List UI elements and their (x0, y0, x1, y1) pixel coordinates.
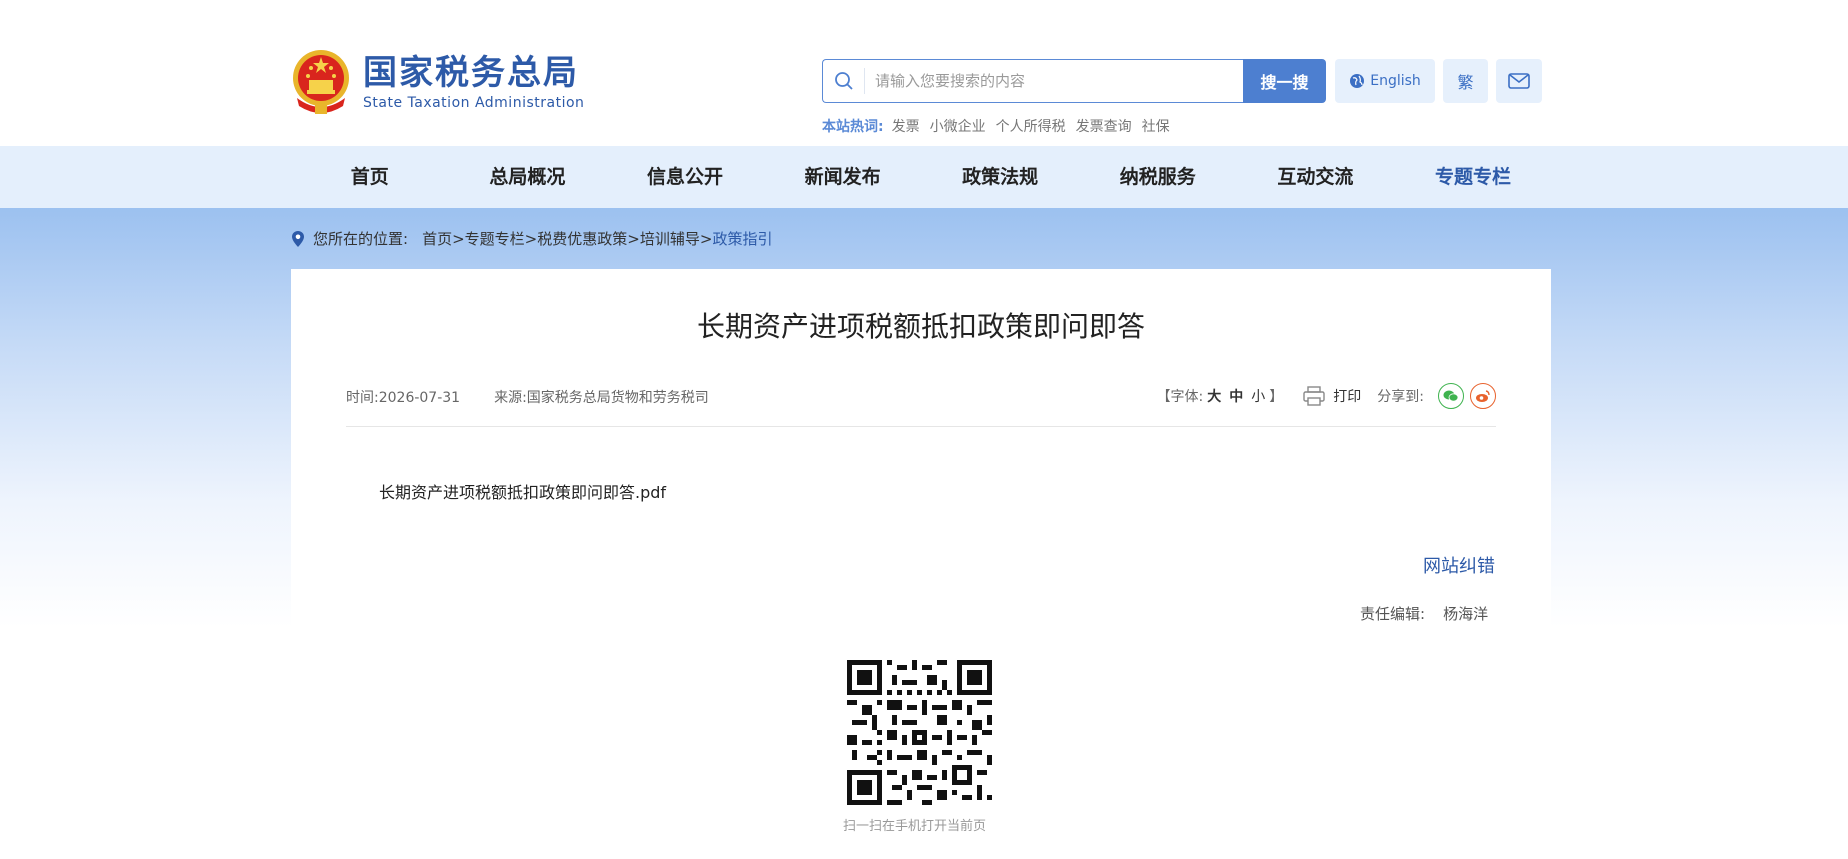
font-small-button[interactable]: 小 (1251, 389, 1265, 405)
mail-button[interactable] (1496, 59, 1542, 103)
site-header: 国家税务总局 State Taxation Administration 搜一搜… (0, 0, 1848, 146)
print-label: 打印 (1333, 389, 1362, 405)
location-pin-icon (292, 230, 304, 247)
breadcrumb-current[interactable]: 政策指引 (712, 228, 772, 249)
nav-item-service[interactable]: 纳税服务 (1079, 146, 1237, 208)
font-size-control: 【字体: 大中小】 (1157, 386, 1284, 406)
main-nav-items: 首页 总局概况 信息公开 新闻发布 政策法规 纳税服务 互动交流 专题专栏 (291, 146, 1552, 208)
breadcrumb-separator: > (699, 229, 713, 248)
font-large-button[interactable]: 大 (1207, 389, 1221, 405)
search-button[interactable]: 搜一搜 (1243, 59, 1326, 103)
logo-title-cn: 国家税务总局 (363, 53, 579, 93)
search-icon (823, 68, 865, 94)
hot-word-link[interactable]: 发票查询 (1076, 116, 1132, 136)
breadcrumb-separator: > (627, 229, 640, 248)
search-box (822, 59, 1243, 103)
font-medium-button[interactable]: 中 (1229, 389, 1243, 405)
english-button[interactable]: English (1335, 59, 1435, 103)
search-input[interactable] (875, 72, 1235, 90)
share-label: 分享到: (1377, 389, 1424, 405)
wechat-share-icon[interactable] (1438, 383, 1464, 409)
weibo-share-icon[interactable] (1470, 383, 1496, 409)
responsible-editor: 责任编辑: 杨海洋 (1360, 603, 1488, 624)
nav-item-home[interactable]: 首页 (291, 146, 449, 208)
hot-word-link[interactable]: 小微企业 (930, 116, 986, 136)
english-label: English (1370, 73, 1421, 89)
publish-time: 时间:2026-07-31 (346, 390, 461, 406)
article-meta: 时间:2026-07-31 来源:国家税务总局货物和劳务税司 【字体: 大中小】 … (346, 383, 1496, 427)
breadcrumb-separator: > (524, 229, 538, 248)
print-button[interactable]: 打印 (1303, 386, 1361, 406)
hot-words-label: 本站热词: (822, 119, 884, 135)
site-correction-link[interactable]: 网站纠错 (1423, 552, 1495, 578)
attachment-link[interactable]: 长期资产进项税额抵扣政策即问即答.pdf (379, 479, 666, 503)
hot-word-link[interactable]: 发票 (892, 116, 920, 136)
mail-icon (1508, 73, 1530, 89)
font-size-close: 】 (1269, 389, 1284, 405)
hot-word-link[interactable]: 社保 (1142, 116, 1170, 136)
national-emblem-icon (293, 50, 349, 114)
breadcrumb-link[interactable]: 首页 (422, 228, 452, 249)
breadcrumb-link[interactable]: 培训辅导 (640, 228, 700, 249)
page: 国家税务总局 State Taxation Administration 搜一搜… (0, 0, 1848, 859)
font-size-label: 【字体: (1156, 389, 1204, 405)
nav-item-news[interactable]: 新闻发布 (764, 146, 922, 208)
article-title: 长期资产进项税额抵扣政策即问即答 (696, 310, 1145, 343)
breadcrumb: 您所在的位置: 首页 > 专题专栏 > 税费优惠政策 > 培训辅导 > 政策指引 (291, 228, 772, 249)
breadcrumb-link[interactable]: 税费优惠政策 (537, 228, 627, 249)
nav-item-disclosure[interactable]: 信息公开 (606, 146, 764, 208)
printer-icon (1303, 386, 1325, 406)
globe-icon (1350, 74, 1365, 88)
nav-item-policy[interactable]: 政策法规 (921, 146, 1079, 208)
article-source: 来源:国家税务总局货物和劳务税司 (494, 390, 709, 406)
breadcrumb-label: 您所在的位置: (313, 230, 409, 248)
nav-item-topics[interactable]: 专题专栏 (1394, 146, 1552, 208)
logo-text: 国家税务总局 State Taxation Administration (363, 53, 584, 111)
qr-caption: 扫一扫在手机打开当前页 (843, 819, 987, 834)
nav-item-interaction[interactable]: 互动交流 (1237, 146, 1395, 208)
editor-label: 责任编辑: (1360, 605, 1426, 623)
editor-name: 杨海洋 (1443, 605, 1489, 623)
logo-title-en: State Taxation Administration (363, 95, 585, 111)
article-tools: 【字体: 大中小】 打印 分享到: (1157, 383, 1496, 409)
hot-word-link[interactable]: 个人所得税 (996, 116, 1066, 136)
qr-code-image (847, 660, 992, 805)
nav-item-overview[interactable]: 总局概况 (449, 146, 607, 208)
article-card: 长期资产进项税额抵扣政策即问即答 时间:2026-07-31 来源:国家税务总局… (291, 269, 1551, 629)
traditional-chinese-button[interactable]: 繁 (1443, 59, 1488, 103)
breadcrumb-separator: > (452, 229, 465, 248)
article-meta-left: 时间:2026-07-31 来源:国家税务总局货物和劳务税司 (346, 387, 743, 407)
site-logo[interactable]: 国家税务总局 State Taxation Administration (291, 48, 584, 116)
main-nav: 首页 总局概况 信息公开 新闻发布 政策法规 纳税服务 互动交流 专题专栏 (0, 146, 1848, 208)
breadcrumb-link[interactable]: 专题专栏 (465, 228, 525, 249)
hot-words: 本站热词: 发票 小微企业 个人所得税 发票查询 社保 (822, 116, 1180, 136)
